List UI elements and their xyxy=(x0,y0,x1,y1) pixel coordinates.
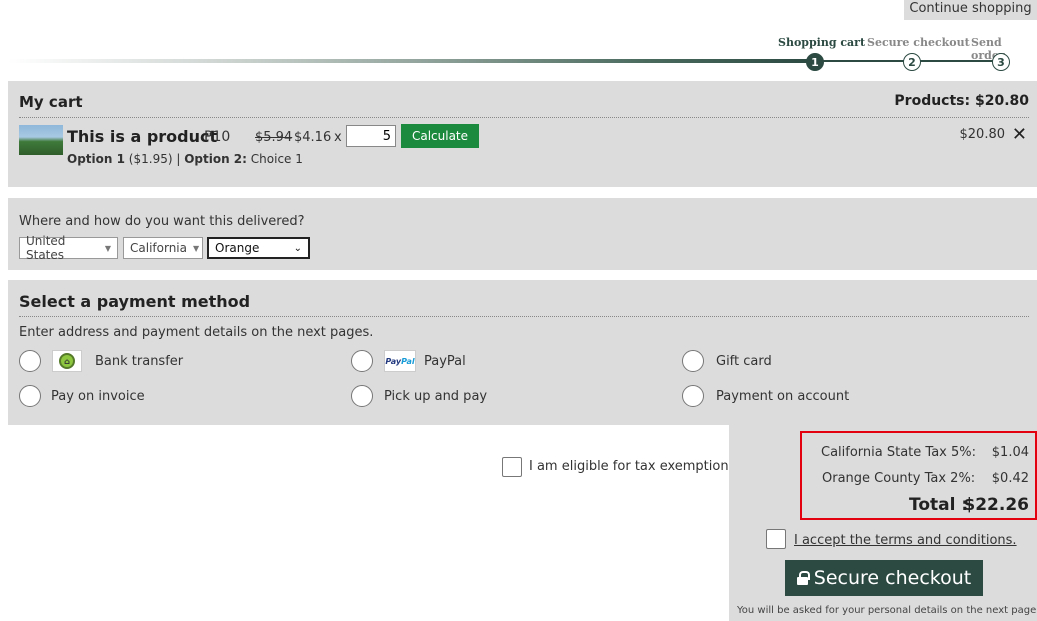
bank-transfer-label[interactable]: Bank transfer xyxy=(95,354,183,369)
cart-title: My cart xyxy=(19,93,83,111)
pay-on-invoice-label[interactable]: Pay on invoice xyxy=(51,389,145,404)
payment-title: Select a payment method xyxy=(19,292,251,311)
state-select[interactable]: California ▼ xyxy=(123,237,203,259)
gift-card-label[interactable]: Gift card xyxy=(716,354,772,369)
secure-checkout-button[interactable]: Secure checkout xyxy=(785,560,983,596)
paypal-label[interactable]: PayPal xyxy=(424,354,466,369)
chevron-down-icon: ⌄ xyxy=(293,242,302,254)
product-name[interactable]: This is a product xyxy=(67,127,217,146)
option-2-value: Choice 1 xyxy=(250,152,303,166)
lock-icon xyxy=(796,571,810,585)
product-options: Option 1 ($1.95) | Option 2: Choice 1 xyxy=(67,152,303,166)
step-label-cart: Shopping cart xyxy=(778,36,866,49)
chevron-down-icon: ▼ xyxy=(104,243,111,253)
checkout-note: You will be asked for your personal deta… xyxy=(737,605,1037,616)
option-2-label: Option 2: xyxy=(184,152,247,166)
pick-up-label[interactable]: Pick up and pay xyxy=(384,389,487,404)
country-value: United States xyxy=(26,234,66,262)
products-total: Products: $20.80 xyxy=(894,93,1029,109)
divider xyxy=(19,117,1029,118)
option-1-value: ($1.95) | xyxy=(128,152,181,166)
bank-transfer-radio[interactable] xyxy=(19,350,41,372)
state-tax-value: $1.04 xyxy=(991,445,1029,460)
product-image[interactable] xyxy=(19,125,63,155)
product-sku: P10 xyxy=(204,129,231,145)
delivery-panel: Where and how do you want this delivered… xyxy=(8,198,1037,270)
payment-on-account-label[interactable]: Payment on account xyxy=(716,389,849,404)
old-price: $5.94 xyxy=(255,130,293,145)
paypal-radio[interactable] xyxy=(351,350,373,372)
pay-on-invoice-radio[interactable] xyxy=(19,385,41,407)
divider xyxy=(19,316,1029,317)
close-icon[interactable]: ✕ xyxy=(1012,124,1027,145)
total-value: $22.26 xyxy=(963,495,1029,515)
progress-line xyxy=(8,59,808,63)
quantity-input[interactable] xyxy=(346,125,396,147)
cart-panel: My cart Products: $20.80 This is a produ… xyxy=(8,81,1037,187)
total-label: Total : xyxy=(909,495,969,515)
state-tax-label: California State Tax 5%: xyxy=(821,445,976,460)
gift-card-radio[interactable] xyxy=(682,350,704,372)
county-tax-label: Orange County Tax 2%: xyxy=(822,471,976,486)
option-1-label: Option 1 xyxy=(67,152,125,166)
payment-panel: Select a payment method Enter address an… xyxy=(8,280,1037,425)
secure-checkout-label: Secure checkout xyxy=(813,567,972,589)
step-3-icon[interactable]: 3 xyxy=(992,53,1010,71)
calculate-button[interactable]: Calculate xyxy=(401,124,479,148)
state-value: California xyxy=(130,241,187,255)
terms-link[interactable]: I accept the terms and conditions. xyxy=(794,533,1017,548)
line-total: $20.80 xyxy=(959,127,1006,142)
step-1-icon: 1 xyxy=(806,53,824,71)
country-select[interactable]: United States ▼ xyxy=(19,234,118,262)
terms-checkbox[interactable] xyxy=(766,529,786,549)
delivery-question: Where and how do you want this delivered… xyxy=(19,214,305,229)
bank-icon: ⌂ xyxy=(52,350,82,372)
step-2-icon[interactable]: 2 xyxy=(903,53,921,71)
step-label-checkout: Secure checkout xyxy=(867,36,970,49)
payment-hint: Enter address and payment details on the… xyxy=(19,325,374,340)
county-value: Orange xyxy=(215,241,260,255)
payment-on-account-radio[interactable] xyxy=(682,385,704,407)
continue-shopping-button[interactable]: Continue shopping xyxy=(904,0,1037,20)
tax-exemption-label[interactable]: I am eligible for tax exemption xyxy=(529,459,729,474)
chevron-down-icon: ▼ xyxy=(192,243,200,253)
paypal-icon: PayPal xyxy=(384,350,416,372)
tax-exemption-checkbox[interactable] xyxy=(502,457,522,477)
county-tax-value: $0.42 xyxy=(991,471,1029,486)
county-select[interactable]: Orange ⌄ xyxy=(207,237,310,259)
pick-up-radio[interactable] xyxy=(351,385,373,407)
times-sign: x xyxy=(334,130,342,145)
unit-price: $4.16 xyxy=(294,130,332,145)
